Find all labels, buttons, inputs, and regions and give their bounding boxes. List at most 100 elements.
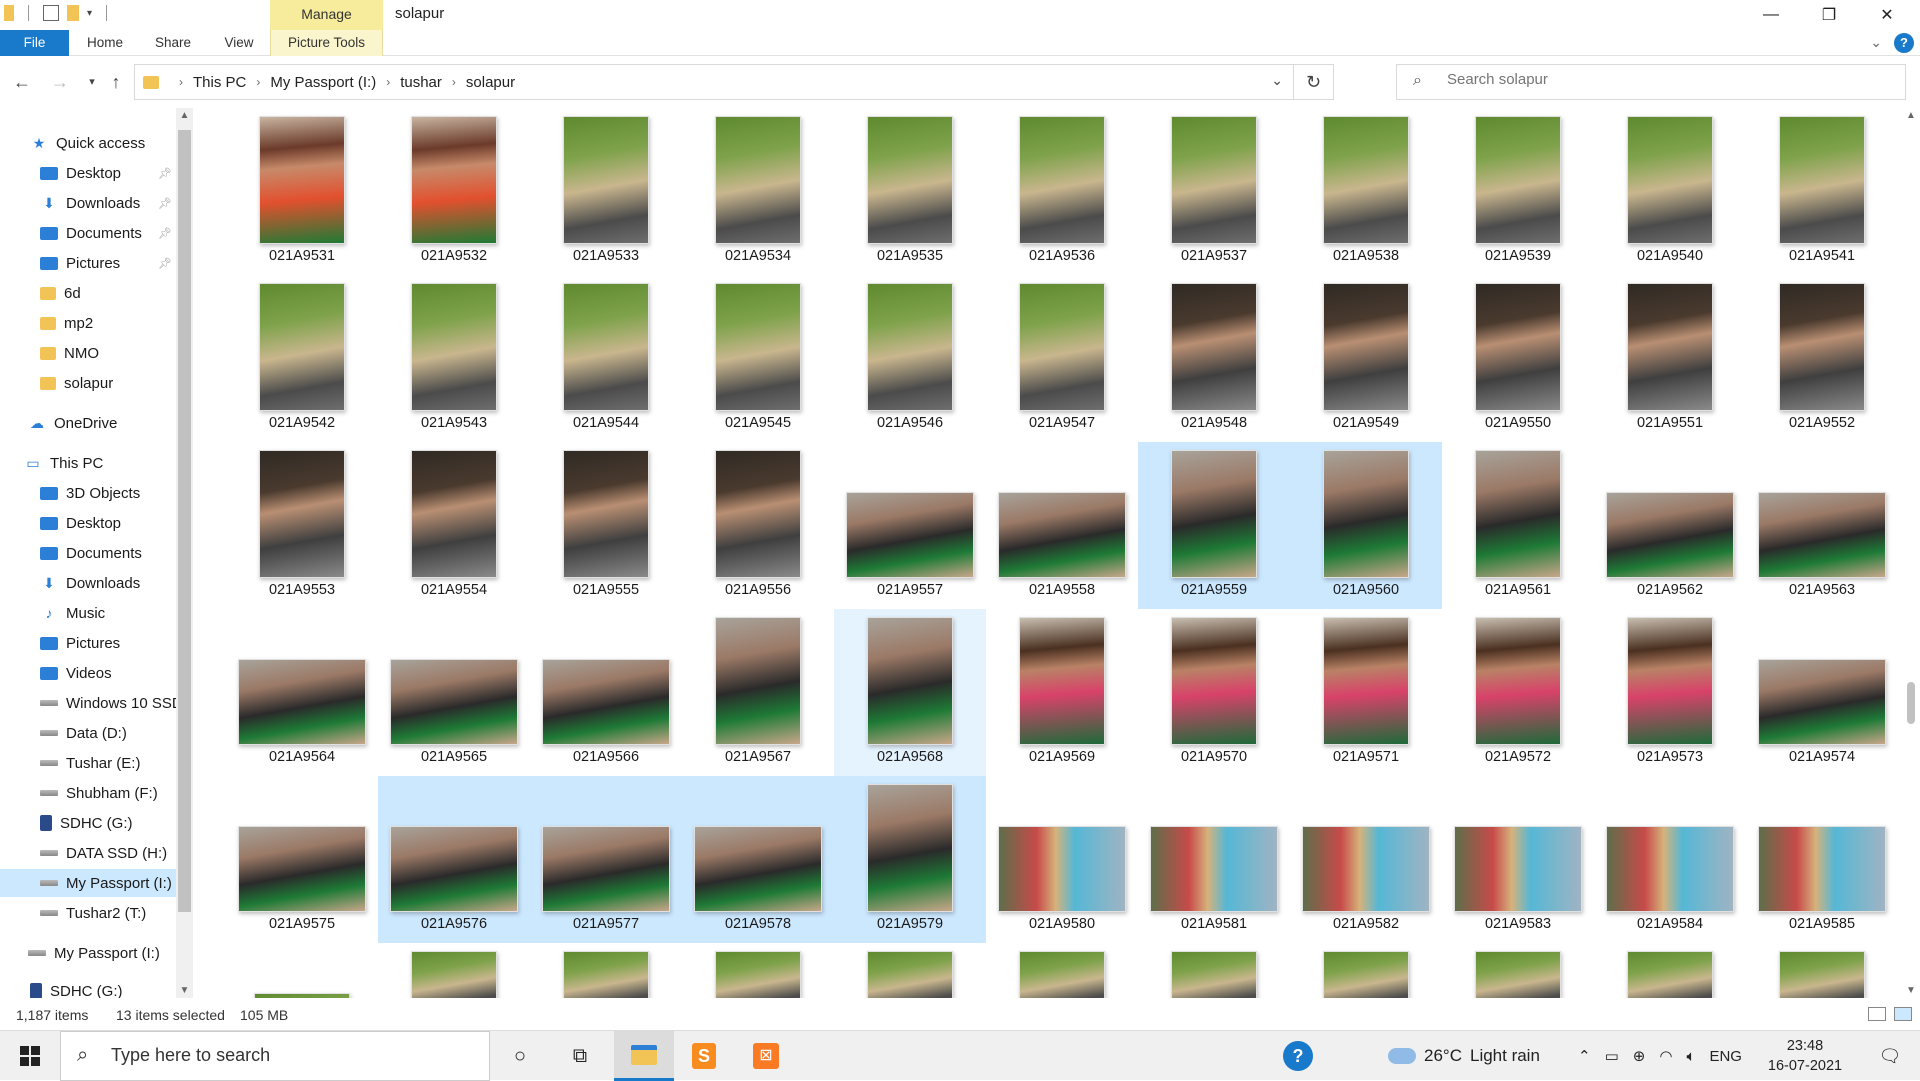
file-tile[interactable]: 021A9557 — [834, 442, 986, 609]
file-tile[interactable]: 021A9577 — [530, 776, 682, 943]
file-tile[interactable]: 021A9538 — [1290, 108, 1442, 275]
file-tile[interactable]: 021A9576 — [378, 776, 530, 943]
file-tile[interactable]: 021A9555 — [530, 442, 682, 609]
file-tile[interactable]: 021A9570 — [1138, 609, 1290, 776]
network-icon[interactable]: ⊕ — [1633, 1047, 1646, 1065]
file-tile[interactable]: 021A9532 — [378, 108, 530, 275]
taskbar-search[interactable]: ⌕ Type here to search — [60, 1031, 490, 1081]
file-tile[interactable]: 021A9549 — [1290, 275, 1442, 442]
file-tile[interactable]: 021A9579 — [834, 776, 986, 943]
file-tile[interactable] — [378, 943, 530, 998]
file-tile[interactable]: 021A9565 — [378, 609, 530, 776]
file-tile[interactable]: 021A9567 — [682, 609, 834, 776]
sidebar-item[interactable]: solapur — [0, 369, 176, 397]
sidebar-item[interactable]: 6d — [0, 279, 176, 307]
file-tile[interactable]: 021A9534 — [682, 108, 834, 275]
address-bar[interactable]: › This PC › My Passport (I:) › tushar › … — [134, 64, 1334, 100]
file-tile[interactable]: 021A9547 — [986, 275, 1138, 442]
file-tile[interactable]: 021A9540 — [1594, 108, 1746, 275]
file-explorer-icon[interactable] — [614, 1031, 674, 1081]
sidebar-item[interactable]: ⬇ Downloads — [0, 569, 176, 597]
file-tile[interactable] — [226, 943, 378, 998]
sidebar-item[interactable]: ☁ OneDrive — [0, 409, 176, 437]
close-button[interactable]: ✕ — [1858, 0, 1916, 30]
sidebar-item[interactable]: Videos — [0, 659, 176, 687]
file-tile[interactable]: 021A9560 — [1290, 442, 1442, 609]
file-tile[interactable]: 021A9575 — [226, 776, 378, 943]
start-button[interactable] — [0, 1031, 60, 1081]
language-indicator[interactable]: ENG — [1709, 1048, 1742, 1065]
file-tile[interactable]: 021A9564 — [226, 609, 378, 776]
minimize-button[interactable]: — — [1742, 0, 1800, 30]
sidebar-item[interactable]: Data (D:) — [0, 719, 176, 747]
chevron-right-icon[interactable]: › — [452, 75, 456, 89]
sidebar-item[interactable]: ★ Quick access — [0, 129, 176, 157]
file-tile[interactable]: 021A9537 — [1138, 108, 1290, 275]
file-tile[interactable]: 021A9535 — [834, 108, 986, 275]
file-tile[interactable]: 021A9569 — [986, 609, 1138, 776]
up-arrow-icon[interactable]: ↑ — [104, 70, 128, 94]
file-tile[interactable]: 021A9545 — [682, 275, 834, 442]
sidebar-item[interactable]: Documents — [0, 539, 176, 567]
file-tile[interactable]: 021A9578 — [682, 776, 834, 943]
sidebar-item[interactable]: ⬇ Downloads 📌︎ — [0, 189, 176, 217]
details-view-icon[interactable] — [1868, 1007, 1886, 1021]
file-tile[interactable]: 021A9585 — [1746, 776, 1898, 943]
file-tile[interactable]: 021A9571 — [1290, 609, 1442, 776]
manage-tab[interactable]: Manage — [270, 0, 383, 30]
restore-button[interactable]: ❐ — [1800, 0, 1858, 30]
file-tile[interactable]: 021A9553 — [226, 442, 378, 609]
file-tile[interactable] — [682, 943, 834, 998]
sidebar-item[interactable]: Documents 📌︎ — [0, 219, 176, 247]
sidebar-item[interactable]: Shubham (F:) — [0, 779, 176, 807]
sidebar-item[interactable]: DATA SSD (H:) — [0, 839, 176, 867]
file-tile[interactable]: 021A9552 — [1746, 275, 1898, 442]
address-dropdown-icon[interactable]: ⌄ — [1271, 72, 1283, 89]
scroll-up-icon[interactable]: ▲ — [1902, 110, 1920, 121]
chevron-right-icon[interactable]: › — [386, 75, 390, 89]
clock[interactable]: 23:48 16-07-2021 — [1760, 1036, 1850, 1076]
sidebar-item[interactable]: Tushar2 (T:) — [0, 899, 176, 927]
scroll-down-icon[interactable]: ▼ — [1902, 985, 1920, 996]
weather-widget[interactable]: 26°C Light rain — [1388, 1031, 1540, 1081]
file-tile[interactable]: 021A9554 — [378, 442, 530, 609]
sidebar-item[interactable]: NMO — [0, 339, 176, 367]
file-tile[interactable]: 021A9583 — [1442, 776, 1594, 943]
large-icons-view-icon[interactable] — [1894, 1007, 1912, 1021]
breadcrumb-this-pc[interactable]: This PC — [193, 74, 246, 91]
sidebar-item[interactable]: ♪ Music — [0, 599, 176, 627]
sidebar-item[interactable]: SDHC (G:) — [0, 977, 176, 998]
file-tile[interactable] — [986, 943, 1138, 998]
search-input[interactable] — [1447, 71, 1867, 88]
scrollbar-thumb[interactable] — [1907, 682, 1915, 724]
back-arrow-icon[interactable]: ← — [10, 70, 34, 94]
file-tile[interactable] — [834, 943, 986, 998]
sidebar-item[interactable]: 3D Objects — [0, 479, 176, 507]
file-grid-scrollbar[interactable]: ▲ ▼ — [1902, 108, 1920, 998]
file-tile[interactable]: 021A9561 — [1442, 442, 1594, 609]
sublime-text-icon[interactable]: S — [674, 1031, 734, 1081]
new-folder-icon[interactable] — [67, 5, 79, 21]
chevron-up-icon[interactable]: ⌃ — [1578, 1047, 1591, 1065]
cortana-icon[interactable]: ○ — [490, 1031, 550, 1081]
tab-file[interactable]: File — [0, 30, 69, 56]
chevron-down-icon[interactable]: ▾ — [87, 8, 92, 19]
sidebar-item[interactable]: Pictures — [0, 629, 176, 657]
search-box[interactable]: ⌕ — [1396, 64, 1906, 100]
file-tile[interactable]: 021A9573 — [1594, 609, 1746, 776]
file-tile[interactable]: 021A9551 — [1594, 275, 1746, 442]
navigation-pane-scrollbar[interactable]: ▲ ▼ — [176, 108, 193, 998]
file-tile[interactable]: 021A9568 — [834, 609, 986, 776]
file-tile[interactable]: 021A9580 — [986, 776, 1138, 943]
file-tile[interactable]: 021A9536 — [986, 108, 1138, 275]
file-tile[interactable]: 021A9566 — [530, 609, 682, 776]
file-tile[interactable]: 021A9563 — [1746, 442, 1898, 609]
file-tile[interactable]: 021A9542 — [226, 275, 378, 442]
xampp-icon[interactable]: ⊠ — [736, 1031, 796, 1081]
file-tile[interactable]: 021A9584 — [1594, 776, 1746, 943]
notifications-icon[interactable]: 🗨︎ — [1860, 1031, 1920, 1081]
chevron-right-icon[interactable]: › — [256, 75, 260, 89]
file-tile[interactable]: 021A9572 — [1442, 609, 1594, 776]
sidebar-item[interactable]: Desktop 📌︎ — [0, 159, 176, 187]
tab-picture-tools[interactable]: Picture Tools — [270, 30, 383, 56]
